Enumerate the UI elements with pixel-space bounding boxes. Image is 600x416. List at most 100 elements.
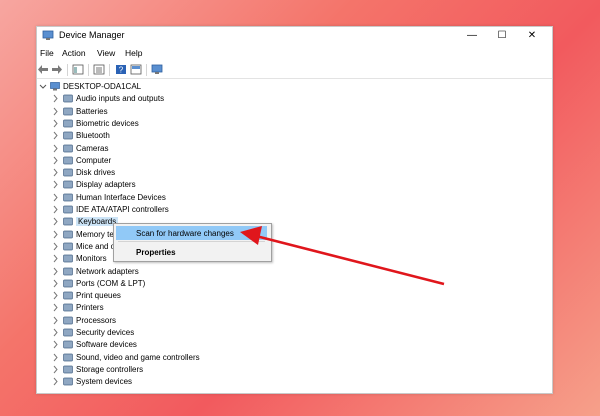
chevron-right-icon[interactable] bbox=[51, 279, 59, 289]
chevron-right-icon[interactable] bbox=[51, 316, 59, 326]
chevron-right-icon[interactable] bbox=[51, 377, 59, 387]
toolbar-separator bbox=[67, 64, 68, 76]
device-manager-icon bbox=[42, 30, 54, 40]
maximize-button[interactable]: ☐ bbox=[487, 27, 517, 45]
context-menu: Scan for hardware changes Properties bbox=[113, 223, 272, 262]
tree-item-biometric-devices[interactable]: Biometric devices bbox=[37, 118, 552, 130]
computer-icon bbox=[50, 82, 60, 91]
tree-item-security-devices[interactable]: Security devices bbox=[37, 327, 552, 339]
keyboard-icon bbox=[63, 217, 73, 226]
chevron-right-icon[interactable] bbox=[51, 131, 59, 141]
menu-action[interactable]: Action bbox=[62, 48, 86, 58]
tree-item-label: Batteries bbox=[76, 106, 108, 116]
chevron-right-icon[interactable] bbox=[51, 340, 59, 350]
scan-for-hardware-changes-item[interactable]: Scan for hardware changes bbox=[116, 226, 267, 240]
console-tree-icon[interactable] bbox=[72, 64, 84, 75]
tree-item-label: Ports (COM & LPT) bbox=[76, 278, 146, 288]
battery-icon bbox=[63, 107, 73, 115]
forward-arrow-icon[interactable] bbox=[51, 64, 63, 75]
context-menu-separator bbox=[118, 241, 265, 242]
view-toggle-icon[interactable] bbox=[130, 64, 142, 75]
tree-item-cameras[interactable]: Cameras bbox=[37, 143, 552, 155]
printer-icon bbox=[63, 304, 73, 312]
toolbar: ? bbox=[37, 62, 552, 79]
bluetooth-icon bbox=[63, 131, 73, 140]
network-icon bbox=[63, 267, 73, 275]
tree-item-label: Software devices bbox=[76, 340, 137, 350]
tree-item-label: Sound, video and game controllers bbox=[76, 352, 200, 362]
chevron-right-icon[interactable] bbox=[51, 217, 59, 227]
monitor-icon bbox=[63, 254, 73, 263]
memory-icon bbox=[63, 230, 73, 238]
chevron-right-icon[interactable] bbox=[51, 156, 59, 166]
chevron-right-icon[interactable] bbox=[51, 328, 59, 338]
minimize-button[interactable]: — bbox=[457, 27, 487, 45]
chevron-right-icon[interactable] bbox=[51, 144, 59, 154]
tree-item-ports-com-lpt[interactable]: Ports (COM & LPT) bbox=[37, 278, 552, 290]
tree-item-label: Network adapters bbox=[76, 266, 139, 276]
chevron-right-icon[interactable] bbox=[51, 254, 59, 264]
menu-help[interactable]: Help bbox=[125, 48, 142, 58]
help-icon[interactable]: ? bbox=[115, 64, 127, 75]
chevron-down-icon[interactable] bbox=[39, 82, 47, 92]
title-bar[interactable]: Device Manager — ☐ ✕ bbox=[37, 27, 552, 45]
tree-item-label: Processors bbox=[76, 315, 117, 325]
chevron-right-icon[interactable] bbox=[51, 180, 59, 190]
tree-item-sound-video-and-game-controllers[interactable]: Sound, video and game controllers bbox=[37, 352, 552, 364]
tree-item-disk-drives[interactable]: Disk drives bbox=[37, 167, 552, 179]
tree-item-label: Bluetooth bbox=[76, 131, 110, 141]
svg-text:?: ? bbox=[119, 66, 124, 75]
chevron-right-icon[interactable] bbox=[51, 193, 59, 203]
tree-item-network-adapters[interactable]: Network adapters bbox=[37, 266, 552, 278]
chevron-right-icon[interactable] bbox=[51, 94, 59, 104]
disk-icon bbox=[63, 168, 73, 177]
tree-item-human-interface-devices[interactable]: Human Interface Devices bbox=[37, 192, 552, 204]
window-title: Device Manager bbox=[59, 30, 125, 40]
computer-name: DESKTOP-ODA1CAL bbox=[63, 82, 142, 91]
tree-item-storage-controllers[interactable]: Storage controllers bbox=[37, 364, 552, 376]
chevron-right-icon[interactable] bbox=[51, 365, 59, 375]
system-icon bbox=[63, 377, 73, 386]
chevron-right-icon[interactable] bbox=[51, 168, 59, 178]
tree-item-bluetooth[interactable]: Bluetooth bbox=[37, 130, 552, 142]
properties-item[interactable]: Properties bbox=[116, 245, 267, 259]
tree-item-ide-ata-atapi-controllers[interactable]: IDE ATA/ATAPI controllers bbox=[37, 204, 552, 216]
tree-item-system-devices[interactable]: System devices bbox=[37, 376, 552, 388]
chevron-right-icon[interactable] bbox=[51, 291, 59, 301]
chevron-right-icon[interactable] bbox=[51, 205, 59, 215]
chevron-right-icon[interactable] bbox=[51, 353, 59, 363]
speaker-icon bbox=[63, 94, 73, 103]
properties-sheet-icon[interactable] bbox=[93, 64, 105, 75]
tree-item-label: Cameras bbox=[76, 143, 109, 153]
tree-item-batteries[interactable]: Batteries bbox=[37, 106, 552, 118]
tree-item-software-devices[interactable]: Software devices bbox=[37, 339, 552, 351]
tree-item-label: System devices bbox=[76, 377, 133, 387]
tree-item-printers[interactable]: Printers bbox=[37, 302, 552, 314]
tree-item-label: Biometric devices bbox=[76, 118, 139, 128]
device-manager-window: Device Manager — ☐ ✕ File Action View He… bbox=[36, 26, 553, 394]
menu-file[interactable]: File bbox=[40, 48, 54, 58]
scan-hardware-icon[interactable] bbox=[151, 64, 163, 75]
tree-item-computer[interactable]: Computer bbox=[37, 155, 552, 167]
tree-item-label: Print queues bbox=[76, 291, 121, 301]
tree-item-display-adapters[interactable]: Display adapters bbox=[37, 179, 552, 191]
chevron-right-icon[interactable] bbox=[51, 242, 59, 252]
hid-icon bbox=[63, 193, 73, 202]
tree-item-label: Computer bbox=[76, 155, 112, 165]
back-arrow-icon[interactable] bbox=[37, 64, 49, 75]
tree-item-processors[interactable]: Processors bbox=[37, 315, 552, 327]
chevron-right-icon[interactable] bbox=[51, 107, 59, 117]
menu-view[interactable]: View bbox=[97, 48, 115, 58]
close-button[interactable]: ✕ bbox=[517, 27, 547, 45]
chevron-right-icon[interactable] bbox=[51, 119, 59, 129]
chevron-right-icon[interactable] bbox=[51, 267, 59, 277]
tree-root[interactable]: DESKTOP-ODA1CAL bbox=[37, 81, 552, 93]
tree-item-label: Disk drives bbox=[76, 168, 116, 178]
monitor-icon bbox=[63, 156, 73, 165]
tree-item-label: Printers bbox=[76, 303, 104, 313]
speaker-icon bbox=[63, 353, 73, 361]
chevron-right-icon[interactable] bbox=[51, 303, 59, 313]
chevron-right-icon[interactable] bbox=[51, 230, 59, 240]
tree-item-print-queues[interactable]: Print queues bbox=[37, 290, 552, 302]
tree-item-audio-inputs-and-outputs[interactable]: Audio inputs and outputs bbox=[37, 93, 552, 105]
